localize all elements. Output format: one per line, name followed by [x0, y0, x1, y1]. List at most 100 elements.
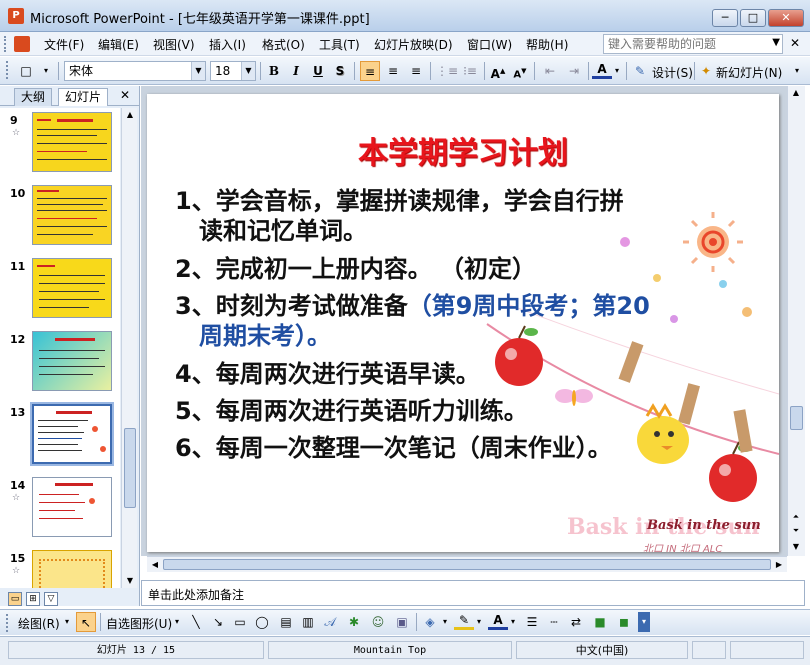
- chevron-down-icon[interactable]: ▾: [474, 612, 484, 632]
- bullet-item[interactable]: 3、时刻为考试做准备（第9周中段考；第20 周期末考）。: [175, 291, 650, 351]
- increase-indent-icon[interactable]: ⇥: [564, 61, 584, 81]
- design-icon[interactable]: ✎: [632, 61, 648, 81]
- decrease-font-icon[interactable]: A▼: [510, 61, 530, 81]
- maximize-button[interactable]: □: [740, 9, 766, 27]
- new-document-icon[interactable]: □: [16, 61, 36, 81]
- scroll-down-icon[interactable]: ▼: [788, 540, 804, 554]
- menu-file[interactable]: 文件(F): [44, 36, 84, 53]
- rectangle-tool-icon[interactable]: ▭: [230, 612, 250, 632]
- chevron-down-icon[interactable]: ▼: [241, 62, 255, 80]
- new-slide-icon[interactable]: ✦: [698, 61, 714, 81]
- line-style-icon[interactable]: ☰: [522, 612, 542, 632]
- close-button[interactable]: ✕: [768, 9, 804, 27]
- shadow-style-icon[interactable]: ■: [590, 612, 610, 632]
- bullet-item[interactable]: 1、学会音标，掌握拼读规律，学会自行拼 读和记忆单词。: [175, 186, 624, 246]
- help-search-input[interactable]: [604, 35, 764, 53]
- fill-color-icon[interactable]: ◈: [420, 612, 440, 632]
- chevron-down-icon[interactable]: ▾: [612, 61, 622, 81]
- scroll-up-icon[interactable]: ▲: [788, 86, 804, 100]
- menu-tools[interactable]: 工具(T): [319, 36, 360, 53]
- font-name-select[interactable]: 宋体 ▼: [64, 61, 206, 81]
- bullet-item[interactable]: 4、每周两次进行英语早读。: [175, 359, 480, 389]
- slide-thumbnail-selected[interactable]: 13: [0, 402, 120, 466]
- oval-tool-icon[interactable]: ◯: [252, 612, 272, 632]
- textbox-tool-icon[interactable]: ▤: [276, 612, 296, 632]
- bullet-item[interactable]: 6、每周一次整理一次笔记（周末作业）。: [175, 433, 612, 463]
- shadow-button[interactable]: S: [330, 61, 350, 81]
- toolbar-options-icon[interactable]: ▾: [790, 61, 804, 81]
- slide-preview[interactable]: [30, 402, 114, 466]
- minimize-button[interactable]: ─: [712, 9, 738, 27]
- scroll-right-icon[interactable]: ▶: [771, 558, 787, 572]
- slide-canvas[interactable]: Bask in the sun Bask in the sun 北口 IN 北口…: [147, 94, 779, 552]
- chevron-down-icon[interactable]: ▾: [440, 612, 450, 632]
- slide-preview[interactable]: [32, 477, 112, 537]
- chevron-down-icon[interactable]: ▼: [191, 62, 205, 80]
- thumbnails-scrollbar[interactable]: ▲ ▼: [121, 108, 137, 588]
- menu-edit[interactable]: 编辑(E): [98, 36, 139, 53]
- increase-font-icon[interactable]: A▲: [488, 61, 508, 81]
- menu-window[interactable]: 窗口(W): [467, 36, 512, 53]
- menu-view[interactable]: 视图(V): [153, 36, 195, 53]
- slide-thumbnail[interactable]: 9 ☆: [0, 112, 120, 174]
- dash-style-icon[interactable]: ┄: [544, 612, 564, 632]
- slide-thumbnail[interactable]: 11: [0, 258, 120, 320]
- arrow-style-icon[interactable]: ⇄: [566, 612, 586, 632]
- select-pointer-icon[interactable]: ↖: [76, 612, 96, 632]
- toolbar-grip[interactable]: [6, 61, 12, 79]
- help-dropdown-icon[interactable]: ▼: [772, 37, 780, 48]
- powerpoint-app-icon[interactable]: P: [8, 8, 24, 24]
- scroll-thumb[interactable]: [790, 406, 803, 430]
- slide-preview[interactable]: [32, 331, 112, 391]
- line-color-icon[interactable]: ✎: [454, 612, 474, 630]
- menu-insert[interactable]: 插入(I): [209, 36, 246, 53]
- font-color-icon[interactable]: A: [592, 61, 612, 79]
- 3d-style-icon[interactable]: ◼: [614, 612, 634, 632]
- slide-preview[interactable]: [32, 185, 112, 245]
- menu-slideshow[interactable]: 幻灯片放映(D): [374, 36, 453, 53]
- bullet-item[interactable]: 5、每周两次进行英语听力训练。: [175, 396, 528, 426]
- chevron-down-icon[interactable]: ▾: [508, 612, 518, 632]
- menu-grip[interactable]: [4, 36, 8, 52]
- tab-outline[interactable]: 大纲: [14, 88, 53, 106]
- diagram-icon[interactable]: ✱: [344, 612, 364, 632]
- scroll-thumb[interactable]: [124, 428, 136, 508]
- clipart-icon[interactable]: ☺: [368, 612, 388, 632]
- bullet-list-icon[interactable]: ⁝≡: [460, 61, 480, 81]
- decrease-indent-icon[interactable]: ⇤: [540, 61, 560, 81]
- draw-menu-button[interactable]: 绘图(R): [18, 615, 60, 632]
- slide-sorter-view-icon[interactable]: ⊞: [26, 592, 40, 606]
- scroll-up-icon[interactable]: ▲: [122, 108, 138, 122]
- notes-pane[interactable]: 单击此处添加备注: [141, 580, 805, 606]
- new-slide-button-label[interactable]: 新幻灯片(N): [716, 64, 782, 81]
- numbered-list-icon[interactable]: ⋮≡: [436, 61, 458, 81]
- slide-vertical-scrollbar[interactable]: ▲ ⏶ ⏷ ▼: [787, 86, 805, 556]
- toolbar-options-icon[interactable]: ▾: [638, 612, 650, 632]
- pane-close-icon[interactable]: ✕: [120, 88, 130, 102]
- document-icon[interactable]: [14, 36, 30, 52]
- scroll-thumb[interactable]: [163, 559, 771, 570]
- design-button-label[interactable]: 设计(S): [652, 64, 693, 81]
- underline-button[interactable]: U: [308, 61, 328, 81]
- align-right-icon[interactable]: ≡: [406, 61, 426, 81]
- slide-horizontal-scrollbar[interactable]: ◀ ▶: [147, 556, 787, 572]
- scroll-left-icon[interactable]: ◀: [147, 558, 163, 572]
- arrow-tool-icon[interactable]: ↘: [208, 612, 228, 632]
- previous-slide-icon[interactable]: ⏶: [788, 510, 804, 524]
- menu-help[interactable]: 帮助(H): [526, 36, 568, 53]
- font-size-select[interactable]: 18 ▼: [210, 61, 256, 81]
- autoshapes-menu-button[interactable]: 自选图形(U): [106, 615, 172, 632]
- vertical-textbox-icon[interactable]: ▥: [298, 612, 318, 632]
- chevron-down-icon[interactable]: ▾: [62, 612, 72, 632]
- normal-view-icon[interactable]: ▭: [8, 592, 22, 606]
- scroll-down-icon[interactable]: ▼: [122, 574, 138, 588]
- toolbar-options-icon[interactable]: ▾: [36, 61, 56, 81]
- bold-button[interactable]: B: [264, 61, 284, 81]
- tab-slides[interactable]: 幻灯片: [58, 88, 109, 106]
- align-center-icon[interactable]: ≡: [383, 61, 403, 81]
- align-left-icon[interactable]: ≡: [360, 61, 380, 81]
- menu-format[interactable]: 格式(O): [262, 36, 305, 53]
- slide-preview[interactable]: [32, 550, 112, 588]
- next-slide-icon[interactable]: ⏷: [788, 524, 804, 538]
- wordart-icon[interactable]: 𝒜: [320, 612, 340, 632]
